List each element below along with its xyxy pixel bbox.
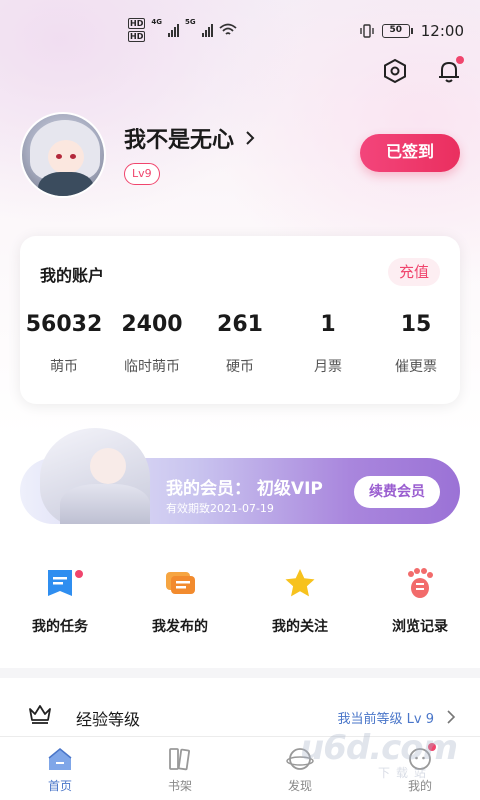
stat-update-tickets[interactable]: 15 催更票: [372, 312, 460, 376]
vip-expiry: 有效期致2021-07-19: [166, 502, 274, 515]
bookshelf-icon: [166, 745, 194, 773]
stat-coins[interactable]: 56032 萌币: [20, 312, 108, 376]
menu-label: 浏览记录: [392, 619, 448, 635]
notification-dot: [456, 56, 464, 64]
status-bar: HD HD 4G 5G 50 12:00: [0, 0, 480, 44]
stat-temp-coins[interactable]: 2400 临时萌币: [108, 312, 196, 376]
top-actions: [382, 56, 464, 84]
account-title: 我的账户: [40, 266, 105, 285]
tab-bookshelf[interactable]: 书架: [120, 737, 240, 800]
tab-home[interactable]: 首页: [0, 737, 120, 800]
hd-badge: HD: [128, 18, 146, 29]
tab-label: 首页: [47, 779, 72, 793]
task-icon: [43, 566, 83, 600]
chevron-right-icon: [447, 710, 456, 724]
clock: 12:00: [420, 22, 464, 40]
menu-label: 我的关注: [272, 619, 328, 635]
signal-strength-icon: [167, 23, 179, 37]
recharge-button[interactable]: 充值: [388, 258, 440, 286]
network-type: 4G: [151, 18, 162, 26]
checkin-button[interactable]: 已签到: [360, 134, 460, 172]
quick-menu: 我的任务 我发布的 我的关注 浏览记录: [0, 560, 480, 640]
stat-hard-coins[interactable]: 261 硬币: [196, 312, 284, 376]
watermark-logo: u6d.com: [300, 728, 458, 768]
menu-label: 我的任务: [32, 619, 88, 635]
hd-badge: HD: [128, 31, 146, 42]
menu-my-tasks[interactable]: 我的任务: [0, 560, 120, 640]
menu-my-follows[interactable]: 我的关注: [240, 560, 360, 640]
chevron-right-icon: [246, 131, 255, 145]
stat-value: 1: [320, 312, 336, 337]
renew-membership-button[interactable]: 续费会员: [354, 476, 440, 508]
stat-monthly-tickets[interactable]: 1 月票: [284, 312, 372, 376]
account-card: 我的账户 充值 56032 萌币 2400 临时萌币 261 硬币 1 月票 1…: [20, 236, 460, 404]
stat-label: 硬币: [226, 359, 254, 375]
stat-value: 2400: [121, 312, 183, 337]
level-badge: Lv9: [124, 163, 160, 185]
stat-value: 261: [217, 312, 263, 337]
section-divider: [0, 668, 480, 678]
avatar[interactable]: [20, 112, 106, 198]
signal-strength-icon: [201, 23, 213, 37]
vip-character-illustration: [20, 428, 160, 524]
menu-label: 我发布的: [152, 619, 208, 635]
status-right: 50 12:00: [360, 22, 464, 40]
menu-my-posts[interactable]: 我发布的: [120, 560, 240, 640]
stat-label: 催更票: [395, 359, 437, 375]
stat-value: 56032: [25, 312, 103, 337]
current-level: 我当前等级 Lv 9: [337, 712, 434, 727]
watermark-subtext: 下载站: [378, 766, 433, 780]
vip-banner[interactable]: 我的会员： 初级VIP 有效期致2021-07-19 续费会员: [20, 428, 460, 524]
menu-browse-history[interactable]: 浏览记录: [360, 560, 480, 640]
crown-icon: [29, 705, 51, 724]
level-label: 经验等级: [76, 710, 141, 729]
bell-icon[interactable]: [436, 56, 464, 84]
tab-label: 发现: [287, 779, 312, 793]
account-stats: 56032 萌币 2400 临时萌币 261 硬币 1 月票 15 催更票: [20, 312, 460, 376]
settings-hex-icon[interactable]: [382, 58, 408, 84]
stat-label: 月票: [314, 359, 342, 375]
tab-label: 书架: [167, 779, 192, 793]
profile-name-link[interactable]: 我不是无心: [124, 122, 256, 154]
battery-icon: 50: [381, 24, 413, 38]
task-notification-dot: [75, 570, 83, 578]
stat-label: 临时萌币: [124, 359, 180, 375]
footprint-icon: [403, 566, 437, 600]
vibrate-icon: [360, 24, 374, 38]
nickname: 我不是无心: [124, 128, 235, 153]
network-type: 5G: [184, 18, 196, 26]
message-icon: [163, 566, 197, 600]
stat-label: 萌币: [50, 359, 78, 375]
home-icon: [46, 745, 74, 773]
vip-title: 我的会员： 初级VIP: [166, 479, 323, 499]
profile-section: 我不是无心 Lv9 已签到: [20, 108, 460, 198]
star-icon: [283, 566, 317, 600]
signal-group: HD HD 4G 5G: [128, 18, 237, 42]
wifi-icon: [219, 23, 237, 35]
battery-level: 50: [381, 24, 410, 38]
stat-value: 15: [400, 312, 432, 337]
